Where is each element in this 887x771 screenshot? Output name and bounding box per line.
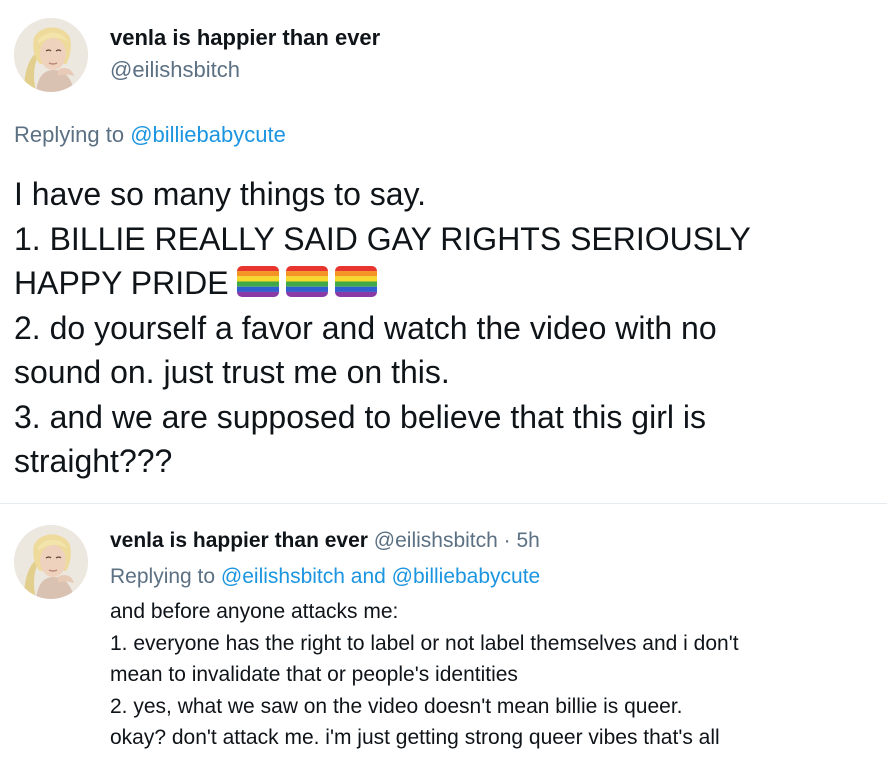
mention-link[interactable]: @billiebabycute (130, 122, 286, 147)
user-handle[interactable]: @eilishsbitch (374, 529, 498, 552)
tweet-text-line: HAPPY PRIDE (14, 265, 229, 301)
mention-link[interactable]: @billiebabycute (392, 565, 541, 588)
user-handle[interactable]: @eilishsbitch (110, 56, 240, 84)
replying-to: Replying to @billiebabycute (14, 121, 286, 149)
rainbow-flag-icon (286, 266, 328, 297)
tweet-text-line: and before anyone attacks me: (110, 600, 399, 623)
replying-and-label[interactable]: and (345, 565, 392, 588)
tweet-text-line: okay? don't attack me. i'm just getting … (110, 726, 720, 749)
header-separator: · (497, 529, 517, 552)
timestamp[interactable]: 5h (516, 529, 539, 552)
mention-link[interactable]: @eilishsbitch (221, 565, 345, 588)
divider (0, 503, 887, 504)
rainbow-flag-icon (335, 266, 377, 297)
tweet-text-line: sound on. just trust me on this. (14, 354, 450, 390)
avatar[interactable] (14, 525, 88, 599)
replying-to: Replying to @eilishsbitch and @billiebab… (110, 563, 540, 591)
tweet-text-line: 1. BILLIE REALLY SAID GAY RIGHTS SERIOUS… (14, 220, 751, 257)
tweet-text-line: 3. and we are supposed to believe that t… (14, 398, 706, 435)
display-name[interactable]: venla is happier than ever (110, 24, 380, 52)
tweet-text-line: 2. yes, what we saw on the video doesn't… (110, 694, 683, 718)
tweet-text-line: mean to invalidate that or people's iden… (110, 663, 518, 686)
rainbow-flag-icon (237, 266, 279, 297)
profile-photo-icon (14, 18, 88, 92)
avatar[interactable] (14, 18, 88, 92)
tweet-text-line: I have so many things to say. (14, 176, 427, 212)
tweet-text-line-with-emoji: HAPPY PRIDE (14, 261, 884, 306)
tweet-text-line: 1. everyone has the right to label or no… (110, 631, 739, 655)
display-name[interactable]: venla is happier than ever (110, 529, 368, 552)
tweet-text-line: 2. do yourself a favor and watch the vid… (14, 309, 717, 346)
tweet-header: venla is happier than ever @eilishsbitch… (110, 527, 540, 555)
profile-photo-icon (14, 525, 88, 599)
tweet-text-line: straight??? (14, 443, 173, 479)
replying-to-label: Replying to (14, 122, 131, 147)
replying-to-label: Replying to (110, 565, 221, 588)
tweet-text: and before anyone attacks me: 1. everyon… (110, 596, 885, 754)
tweet-text: I have so many things to say. 1. BILLIE … (14, 172, 884, 484)
